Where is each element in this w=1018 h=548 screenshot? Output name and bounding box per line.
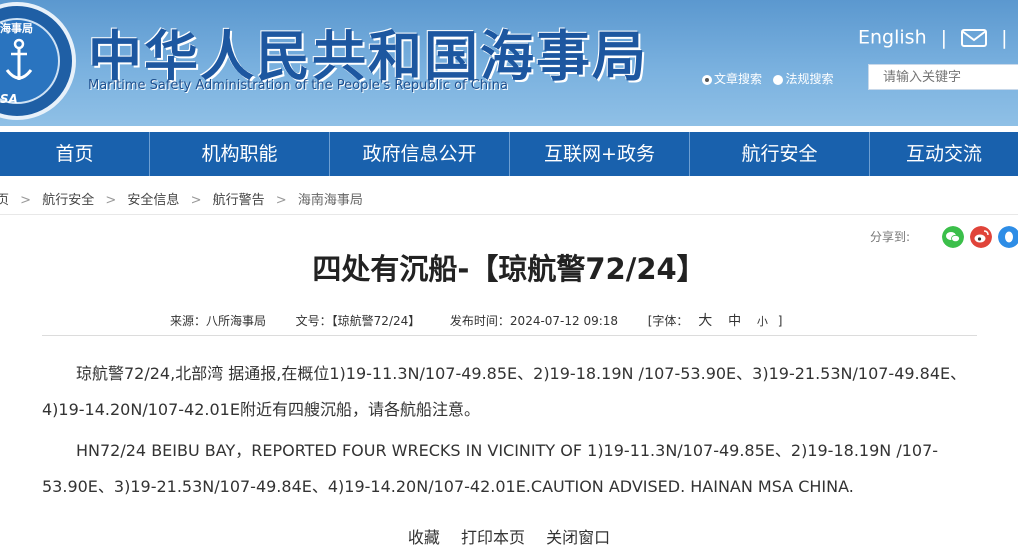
separator: | [940, 26, 948, 49]
article-meta: 来源：八所海事局 文号：【琼航警72/24】 发布时间：2024-07-12 0… [170, 310, 782, 330]
qq-icon[interactable] [998, 226, 1018, 248]
top-links: English | | [858, 26, 1016, 49]
search-option-law[interactable]: 法规搜索 [785, 72, 833, 86]
breadcrumb-arrow: > [190, 193, 202, 208]
breadcrumb-nav-safety[interactable]: 航行安全 [42, 193, 94, 208]
close-window-link[interactable]: 关闭窗口 [546, 528, 610, 547]
meta-font-close: ] [777, 314, 783, 328]
share-label: 分享到: [870, 230, 911, 244]
msa-logo[interactable]: 海事局 INA MSA [0, 2, 76, 120]
font-size-medium[interactable]: 中 [728, 314, 741, 329]
mail-icon[interactable] [961, 28, 988, 47]
nav-item-nav-safety[interactable]: 航行安全 [690, 132, 870, 176]
breadcrumb-home[interactable]: 页 [0, 193, 9, 208]
print-link[interactable]: 打印本页 [461, 528, 525, 547]
breadcrumb-arrow: > [275, 193, 287, 208]
favorite-link[interactable]: 收藏 [408, 528, 440, 547]
search-input[interactable] [868, 64, 1018, 90]
meta-source: 来源：八所海事局 [170, 314, 267, 328]
article-paragraph-en: HN72/24 BEIBU BAY，REPORTED FOUR WRECKS I… [42, 441, 939, 496]
english-link[interactable]: English [858, 27, 927, 49]
nav-item-functions[interactable]: 机构职能 [150, 132, 330, 176]
search-option-article[interactable]: 文章搜索 [714, 72, 762, 86]
divider [0, 214, 1018, 215]
font-size-small[interactable]: 小 [757, 315, 768, 328]
meta-publish-date: 发布时间：2024-07-12 09:18 [449, 314, 619, 328]
article-actions: 收藏 打印本页 关闭窗口 [0, 524, 1018, 548]
article-paragraph-cn: 琼航警72/24,北部湾 据通报,在概位1)19-11.3N/107-49.85… [42, 364, 967, 419]
nav-item-home[interactable]: 首页 [0, 132, 150, 176]
article-title: 四处有沉船-【琼航警72/24】 [312, 252, 706, 286]
anchor-icon [5, 38, 33, 80]
search-options: 文章搜索 法规搜索 [702, 70, 833, 87]
meta-doc-number: 文号：【琼航警72/24】 [295, 314, 421, 328]
breadcrumb-current[interactable]: 海南海事局 [298, 193, 363, 208]
breadcrumb-arrow: > [105, 193, 117, 208]
site-header: 海事局 INA MSA 中华人民共和国海事局 Maritime Safety A… [0, 0, 1018, 126]
breadcrumb-arrow: > [20, 193, 32, 208]
breadcrumb-safety-info[interactable]: 安全信息 [127, 193, 179, 208]
wechat-icon[interactable] [942, 226, 964, 248]
main-nav: 首页 机构职能 政府信息公开 互联网+政务 航行安全 互动交流 [0, 132, 1018, 176]
breadcrumb-nav-warnings[interactable]: 航行警告 [213, 193, 265, 208]
nav-item-internet-gov[interactable]: 互联网+政务 [510, 132, 690, 176]
nav-item-gov-info[interactable]: 政府信息公开 [330, 132, 510, 176]
weibo-icon[interactable] [970, 226, 992, 248]
logo-bottom-text: INA MSA [0, 92, 18, 106]
meta-font-label: [字体： [647, 314, 689, 328]
site-subtitle: Maritime Safety Administration of the Pe… [88, 78, 508, 93]
divider [42, 335, 977, 336]
nav-item-interaction[interactable]: 互动交流 [870, 132, 1018, 176]
logo-top-text: 海事局 [0, 22, 33, 35]
font-size-large[interactable]: 大 [698, 313, 712, 329]
radio-law-search[interactable] [773, 74, 784, 85]
separator: | [1001, 26, 1008, 49]
breadcrumb: 页 > 航行安全 > 安全信息 > 航行警告 > 海南海事局 [0, 189, 363, 208]
radio-article-search[interactable] [702, 74, 712, 85]
